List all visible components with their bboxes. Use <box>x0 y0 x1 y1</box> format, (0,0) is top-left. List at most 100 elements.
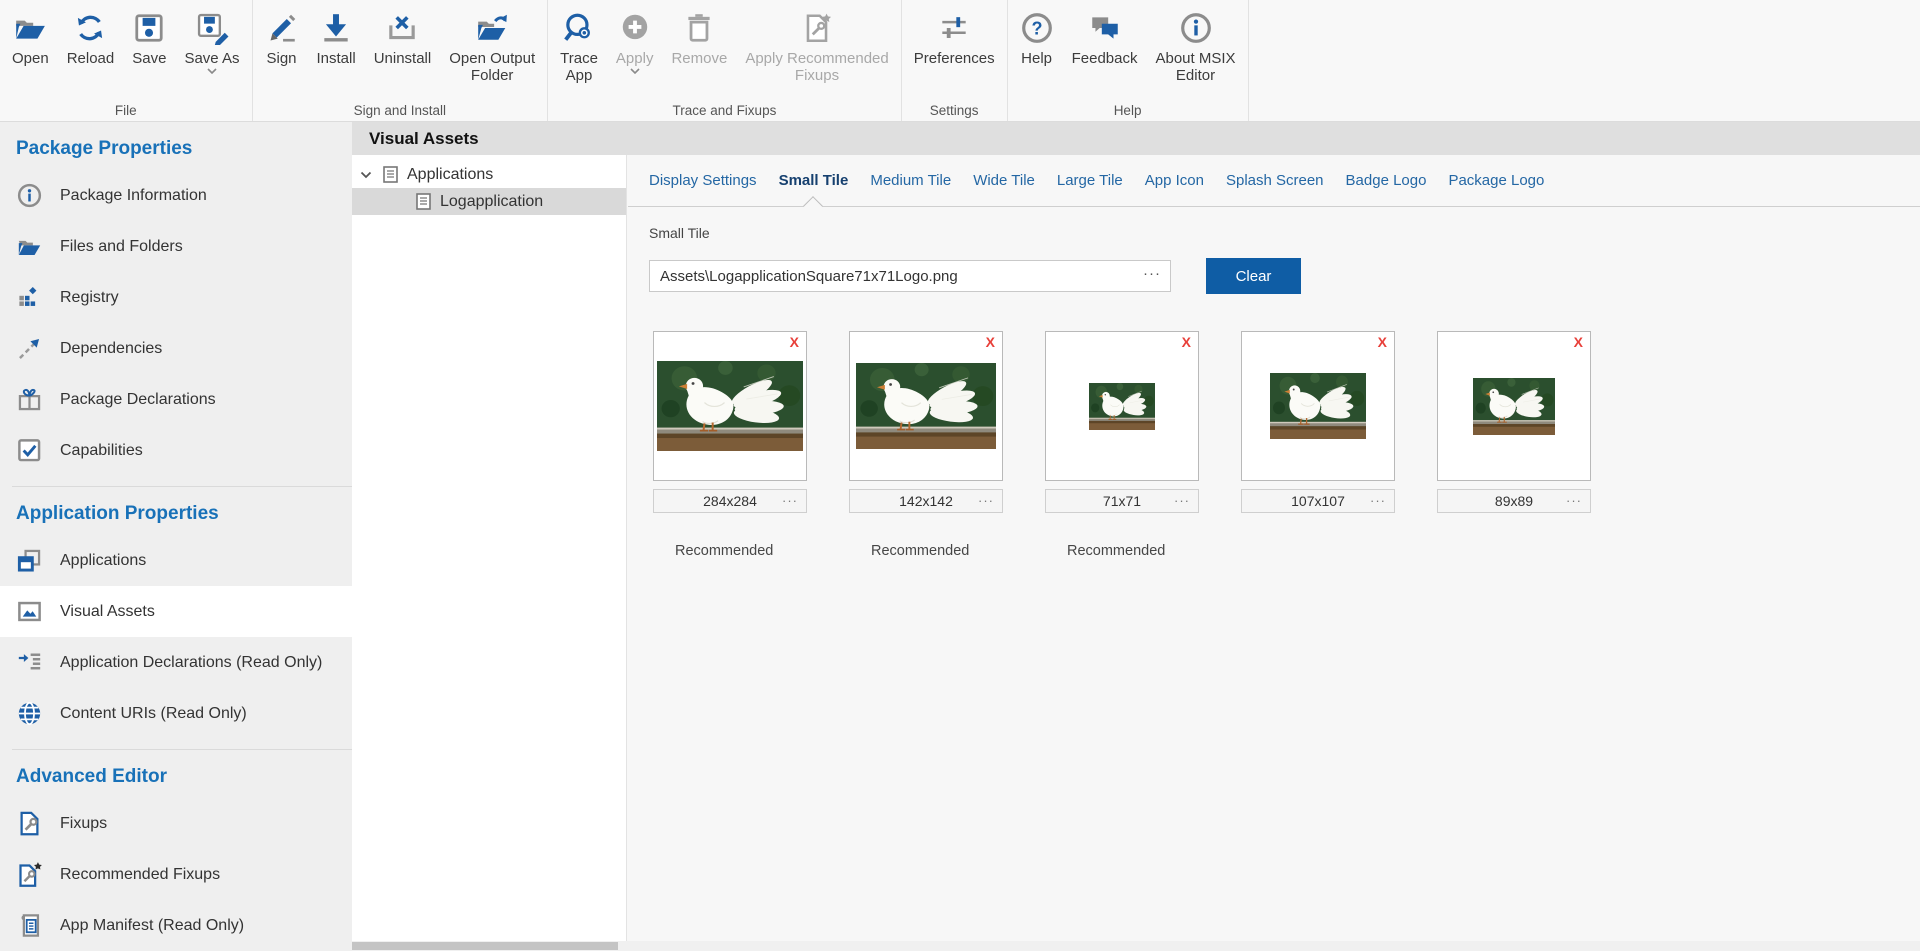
tab-wide-tile[interactable]: Wide Tile <box>962 155 1046 206</box>
tab-package-logo[interactable]: Package Logo <box>1437 155 1555 206</box>
browse-ellipsis-icon: ··· <box>1174 494 1190 507</box>
sidebar-item-content-uris-read-only[interactable]: Content URIs (Read Only) <box>0 688 352 739</box>
tab-badge-logo[interactable]: Badge Logo <box>1335 155 1438 206</box>
ribbon-button-install[interactable]: Install <box>308 6 365 69</box>
ribbon-button-sign[interactable]: Sign <box>256 6 308 69</box>
asset-tiles-row: X284x284···RecommendedX142x142···Recomme… <box>653 331 1920 559</box>
ribbon-button-label: Reload <box>67 50 115 67</box>
remove-asset-button[interactable]: X <box>1574 335 1583 349</box>
scrollbar-thumb[interactable] <box>352 942 618 950</box>
ribbon-button-save-as[interactable]: Save As <box>175 6 248 78</box>
horizontal-scrollbar[interactable] <box>352 941 1920 951</box>
chevron-down-icon <box>207 68 217 76</box>
asset-tile-142x142: X 142x142··· Recommended <box>849 331 1003 559</box>
ribbon-button-feedback[interactable]: Feedback <box>1063 6 1147 69</box>
ribbon-button-open[interactable]: Open <box>3 6 58 69</box>
tab-app-icon[interactable]: App Icon <box>1134 155 1215 206</box>
registry-icon <box>16 284 43 311</box>
asset-tile-107x107: X 107x107··· <box>1241 331 1395 559</box>
tree-item-label: Applications <box>407 166 493 184</box>
ribbon-group-label: Sign and Install <box>256 99 545 121</box>
ribbon-button-trace-app[interactable]: Trace App <box>551 6 607 87</box>
remove-asset-button[interactable]: X <box>1378 335 1387 349</box>
remove-asset-button[interactable]: X <box>1182 335 1191 349</box>
capabilities-icon <box>16 437 43 464</box>
remove-asset-button[interactable]: X <box>790 335 799 349</box>
asset-size-field[interactable]: 71x71··· <box>1045 489 1199 513</box>
sidebar-item-dependencies[interactable]: Dependencies <box>0 323 352 374</box>
ribbon-button-uninstall[interactable]: Uninstall <box>365 6 441 69</box>
clear-button[interactable]: Clear <box>1206 258 1301 294</box>
ribbon-button-preferences[interactable]: Preferences <box>905 6 1004 69</box>
applications-icon <box>16 547 43 574</box>
ribbon-group-label: Trace and Fixups <box>551 99 898 121</box>
asset-size-label: 284x284 <box>703 493 757 509</box>
small-tile-path-row: ··· Clear <box>649 258 1920 294</box>
tab-large-tile[interactable]: Large Tile <box>1046 155 1134 206</box>
sidebar-item-app-manifest-read-only[interactable]: App Manifest (Read Only) <box>0 900 352 951</box>
asset-size-field[interactable]: 89x89··· <box>1437 489 1591 513</box>
ribbon-group-label: File <box>3 99 249 121</box>
trace-app-icon <box>562 8 596 48</box>
recommended-label: Recommended <box>653 543 807 559</box>
dove-preview-image <box>657 361 803 451</box>
sidebar-item-package-information[interactable]: Package Information <box>0 170 352 221</box>
ribbon-button-label: Save As <box>184 50 239 67</box>
ribbon-button-about-msix-editor[interactable]: About MSIX Editor <box>1146 6 1244 87</box>
recommended-label: Recommended <box>1045 543 1199 559</box>
dependencies-icon <box>16 335 43 362</box>
sidebar-item-applications[interactable]: Applications <box>0 535 352 586</box>
ribbon-group-help: ?HelpFeedbackAbout MSIX EditorHelp <box>1008 0 1249 121</box>
help-icon: ? <box>1020 8 1054 48</box>
sidebar-item-label: App Manifest (Read Only) <box>60 917 244 935</box>
open-output-folder-icon <box>475 8 509 48</box>
sidebar-section-divider <box>12 749 352 750</box>
ribbon-button-label: Apply Recommended Fixups <box>745 50 888 85</box>
asset-path-input[interactable] <box>650 261 1170 291</box>
document-icon <box>383 166 398 183</box>
sidebar-item-recommended-fixups[interactable]: Recommended Fixups <box>0 849 352 900</box>
asset-size-field[interactable]: 142x142··· <box>849 489 1003 513</box>
package-info-icon <box>16 182 43 209</box>
ribbon-button-reload[interactable]: Reload <box>58 6 124 69</box>
browse-ellipsis-button[interactable]: ··· <box>1143 266 1161 281</box>
apply-icon <box>618 8 652 48</box>
ribbon-button-save[interactable]: Save <box>123 6 175 69</box>
asset-tile-89x89: X 89x89··· <box>1437 331 1591 559</box>
sidebar: Package Properties Package InformationFil… <box>0 122 352 951</box>
tree-item-logapplication[interactable]: Logapplication <box>352 188 626 215</box>
asset-size-field[interactable]: 107x107··· <box>1241 489 1395 513</box>
sidebar-item-visual-assets[interactable]: Visual Assets <box>0 586 352 637</box>
sidebar-item-registry[interactable]: Registry <box>0 272 352 323</box>
sidebar-item-package-declarations[interactable]: Package Declarations <box>0 374 352 425</box>
ribbon-button-open-output-folder[interactable]: Open Output Folder <box>440 6 544 87</box>
asset-size-field[interactable]: 284x284··· <box>653 489 807 513</box>
sidebar-heading-package-properties: Package Properties <box>0 134 352 164</box>
remove-asset-button[interactable]: X <box>986 335 995 349</box>
ribbon-button-help[interactable]: ?Help <box>1011 6 1063 69</box>
sidebar-item-fixups[interactable]: Fixups <box>0 798 352 849</box>
sidebar-item-label: Fixups <box>60 815 107 833</box>
ribbon-button-apply: Apply <box>607 6 663 78</box>
tree-item-label: Logapplication <box>440 193 543 211</box>
sidebar-item-files-and-folders[interactable]: Files and Folders <box>0 221 352 272</box>
recommended-label: Recommended <box>849 543 1003 559</box>
tab-small-tile[interactable]: Small Tile <box>768 155 860 206</box>
tab-splash-screen[interactable]: Splash Screen <box>1215 155 1335 206</box>
sidebar-item-label: Package Declarations <box>60 391 216 409</box>
ribbon-button-label: Install <box>317 50 356 67</box>
path-input-wrap: ··· <box>649 260 1171 292</box>
sidebar-item-capabilities[interactable]: Capabilities <box>0 425 352 476</box>
sidebar-item-label: Recommended Fixups <box>60 866 220 884</box>
ribbon-button-label: Open <box>12 50 49 67</box>
ribbon-toolbar: Open Reload Save Save As File Sign Install Unin… <box>0 0 1920 122</box>
sign-icon <box>265 8 299 48</box>
tab-display-settings[interactable]: Display Settings <box>638 155 768 206</box>
recommended-fixups-side-icon <box>16 861 43 888</box>
sidebar-item-application-declarations-read-only[interactable]: Application Declarations (Read Only) <box>0 637 352 688</box>
sidebar-item-label: Applications <box>60 552 146 570</box>
tree-item-applications[interactable]: Applications <box>352 161 626 188</box>
ribbon-button-label: Open Output Folder <box>449 50 535 85</box>
small-tile-field-label: Small Tile <box>649 225 1920 242</box>
tab-medium-tile[interactable]: Medium Tile <box>859 155 962 206</box>
